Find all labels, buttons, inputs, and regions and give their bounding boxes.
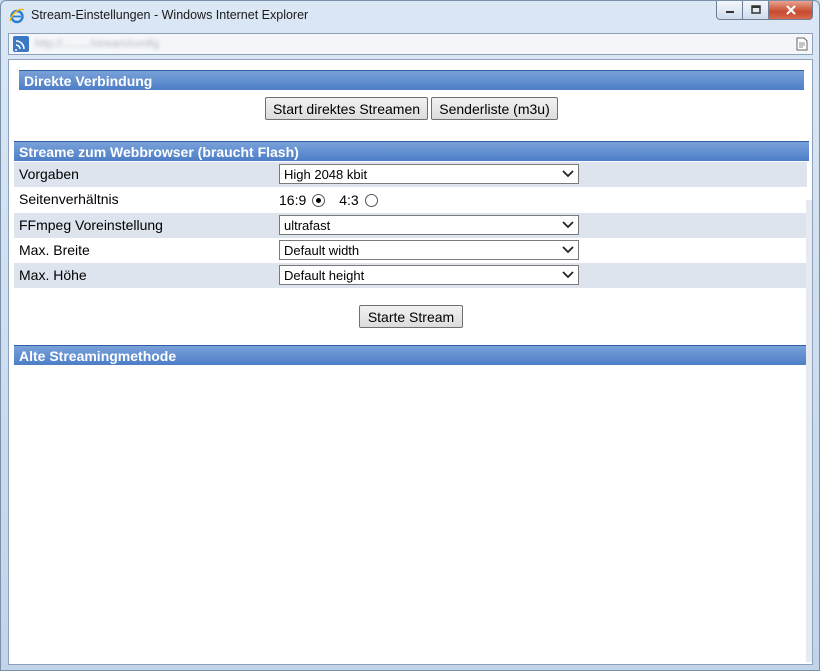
- scrollbar-track[interactable]: [806, 200, 812, 662]
- minimize-icon: [725, 11, 734, 13]
- maximize-button[interactable]: [743, 1, 769, 20]
- browser-window: Stream-Einstellungen - Windows Internet …: [0, 0, 820, 671]
- feed-icon: [13, 36, 29, 52]
- section-webbrowser-stream: Streame zum Webbrowser (braucht Flash): [14, 141, 809, 161]
- max-height-value: Default height: [284, 268, 365, 283]
- station-list-button[interactable]: Senderliste (m3u): [431, 97, 558, 120]
- address-bar[interactable]: http://........./stream/config: [8, 33, 813, 55]
- form-row-aspect: Seitenverhältnis 16:9 4:3: [14, 187, 807, 212]
- ie-icon: [9, 8, 25, 24]
- start-stream-button[interactable]: Starte Stream: [359, 305, 463, 328]
- form-row-ffmpeg: FFmpeg Voreinstellung ultrafast: [14, 213, 807, 238]
- form-row-max-width: Max. Breite Default width: [14, 238, 807, 263]
- aspect-label: Seitenverhältnis: [19, 191, 119, 207]
- chevron-down-icon: [562, 170, 574, 178]
- address-url[interactable]: http://........./stream/config: [35, 38, 159, 50]
- aspect-4-3-radio[interactable]: [364, 193, 378, 207]
- maximize-icon: [750, 5, 761, 14]
- ffmpeg-value: ultrafast: [284, 218, 331, 233]
- presets-select[interactable]: High 2048 kbit: [279, 164, 579, 184]
- form-row-max-height: Max. Höhe Default height: [14, 263, 807, 288]
- page-content: Direkte Verbindung Start direktes Stream…: [8, 59, 813, 665]
- section-legacy-streaming: Alte Streamingmethode: [14, 345, 809, 365]
- title-bar[interactable]: Stream-Einstellungen - Windows Internet …: [1, 1, 819, 29]
- presets-value: High 2048 kbit: [284, 167, 368, 182]
- close-icon: [785, 5, 796, 15]
- caption-buttons: [716, 1, 813, 21]
- form-row-presets: Vorgaben High 2048 kbit: [14, 162, 807, 187]
- max-width-select[interactable]: Default width: [279, 240, 579, 260]
- close-button[interactable]: [769, 1, 813, 20]
- max-height-select[interactable]: Default height: [279, 265, 579, 285]
- ffmpeg-select[interactable]: ultrafast: [279, 215, 579, 235]
- max-width-value: Default width: [284, 243, 360, 258]
- max-height-label: Max. Höhe: [19, 267, 87, 283]
- aspect-radio-group: 16:9 4:3: [279, 192, 378, 208]
- start-direct-stream-button[interactable]: Start direktes Streamen: [265, 97, 428, 120]
- chevron-down-icon: [562, 271, 574, 279]
- minimize-button[interactable]: [716, 1, 743, 20]
- chevron-down-icon: [562, 221, 574, 229]
- aspect-16-9-label: 16:9: [279, 192, 307, 208]
- page-icon[interactable]: [796, 37, 808, 51]
- aspect-16-9-radio[interactable]: [312, 193, 326, 207]
- max-width-label: Max. Breite: [19, 242, 90, 258]
- presets-label: Vorgaben: [19, 166, 79, 182]
- aspect-4-3-label: 4:3: [339, 192, 359, 208]
- window-title: Stream-Einstellungen - Windows Internet …: [31, 8, 309, 22]
- section-direct-connection: Direkte Verbindung: [19, 70, 804, 90]
- chevron-down-icon: [562, 246, 574, 254]
- ffmpeg-label: FFmpeg Voreinstellung: [19, 217, 163, 233]
